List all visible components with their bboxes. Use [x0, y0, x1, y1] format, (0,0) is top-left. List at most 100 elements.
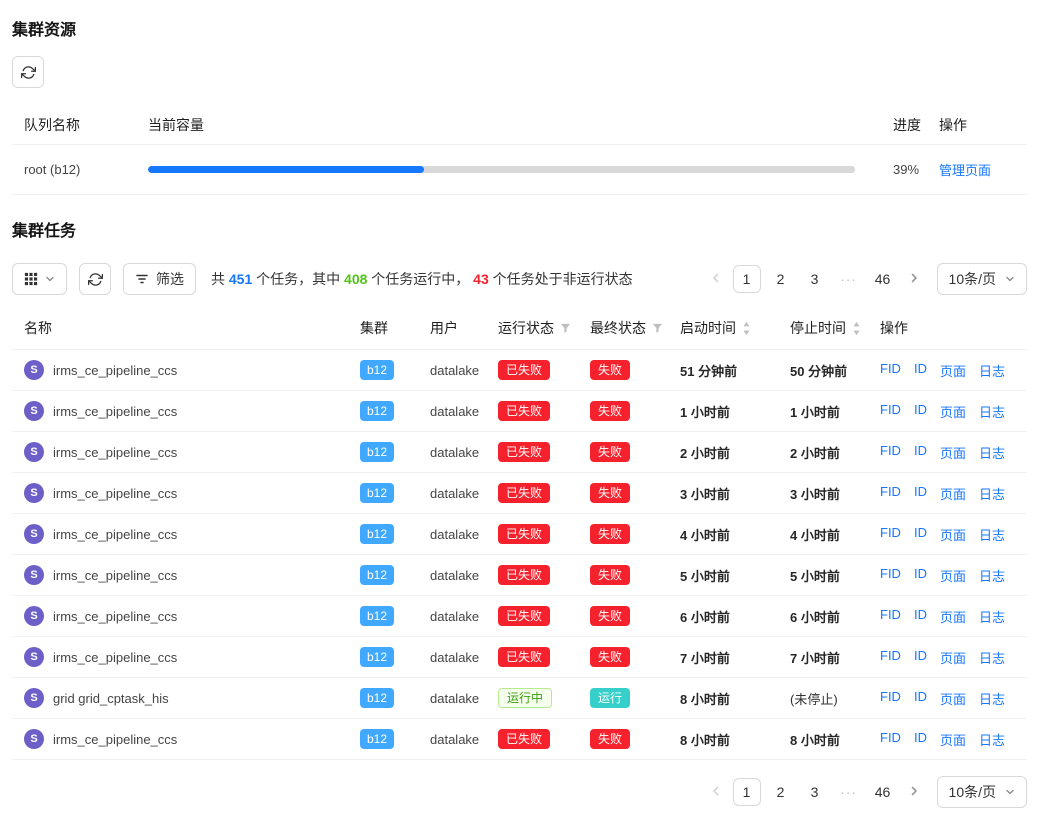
row-action-id[interactable]: ID — [914, 607, 927, 626]
row-action-fid[interactable]: FID — [880, 402, 901, 421]
chevron-left-icon — [710, 784, 722, 800]
chevron-left-icon — [710, 271, 722, 287]
final-status-badge: 失败 — [590, 360, 630, 380]
row-action-fid[interactable]: FID — [880, 566, 901, 585]
pagination-pages: 123···46 — [733, 265, 897, 293]
row-action-日志[interactable]: 日志 — [979, 648, 1005, 667]
row-action-页面[interactable]: 页面 — [940, 566, 966, 585]
row-actions: FID ID 页面日志 — [868, 566, 1027, 585]
row-action-fid[interactable]: FID — [880, 648, 901, 667]
row-action-页面[interactable]: 页面 — [940, 402, 966, 421]
row-action-fid[interactable]: FID — [880, 484, 901, 503]
stop-time: 50 分钟前 — [778, 361, 868, 380]
col-run-status: 运行状态 — [486, 307, 578, 349]
manage-page-link[interactable]: 管理页面 — [939, 163, 991, 178]
task-name: irms_ce_pipeline_ccs — [53, 568, 177, 583]
final-status-badge: 失败 — [590, 565, 630, 585]
pagination-page-46[interactable]: 46 — [869, 265, 897, 293]
page-size-select[interactable]: 10条/页 — [937, 776, 1027, 808]
stop-time: 3 小时前 — [778, 484, 868, 503]
row-action-日志[interactable]: 日志 — [979, 689, 1005, 708]
filter-button[interactable]: 筛选 — [123, 263, 196, 295]
row-action-id[interactable]: ID — [914, 730, 927, 749]
row-action-日志[interactable]: 日志 — [979, 361, 1005, 380]
final-status-badge: 失败 — [590, 606, 630, 626]
row-action-fid[interactable]: FID — [880, 361, 901, 380]
task-name: irms_ce_pipeline_ccs — [53, 404, 177, 419]
row-action-日志[interactable]: 日志 — [979, 607, 1005, 626]
row-action-页面[interactable]: 页面 — [940, 484, 966, 503]
tasks-refresh-button[interactable] — [79, 263, 111, 295]
stop-time: 5 小时前 — [778, 566, 868, 585]
cluster-tasks-section: 集群任务 筛选 共 451 个任务，其 — [12, 217, 1027, 816]
pagination-page-1[interactable]: 1 — [733, 778, 761, 806]
row-action-页面[interactable]: 页面 — [940, 730, 966, 749]
row-action-id[interactable]: ID — [914, 689, 927, 708]
row-action-页面[interactable]: 页面 — [940, 525, 966, 544]
task-row: S irms_ce_pipeline_ccs b12 datalake 已失败 … — [12, 432, 1027, 473]
run-status-badge: 已失败 — [498, 524, 550, 544]
row-action-fid[interactable]: FID — [880, 730, 901, 749]
row-action-fid[interactable]: FID — [880, 443, 901, 462]
filter-funnel-icon[interactable] — [652, 323, 663, 334]
start-time: 8 小时前 — [668, 730, 778, 749]
sorter-icon[interactable] — [742, 321, 751, 336]
row-action-id[interactable]: ID — [914, 443, 927, 462]
pagination-prev[interactable] — [705, 265, 727, 293]
start-time: 6 小时前 — [668, 607, 778, 626]
row-action-日志[interactable]: 日志 — [979, 566, 1005, 585]
row-action-fid[interactable]: FID — [880, 689, 901, 708]
final-status-badge: 运行 — [590, 688, 630, 708]
summary-text: 个任务运行中， — [367, 271, 473, 287]
final-status-badge: 失败 — [590, 729, 630, 749]
task-table-body: S irms_ce_pipeline_ccs b12 datalake 已失败 … — [12, 350, 1027, 760]
page-size-select[interactable]: 10条/页 — [937, 263, 1027, 295]
run-status-badge: 运行中 — [498, 688, 552, 708]
pagination-pages: 123···46 — [733, 778, 897, 806]
sorter-icon[interactable] — [852, 321, 861, 336]
cluster-tag: b12 — [360, 360, 394, 380]
row-action-页面[interactable]: 页面 — [940, 648, 966, 667]
row-action-fid[interactable]: FID — [880, 525, 901, 544]
resources-table: 队列名称 当前容量 进度 操作 root (b12) 39% 管理页面 — [12, 106, 1027, 195]
task-name: irms_ce_pipeline_ccs — [53, 732, 177, 747]
col-final-status: 最终状态 — [578, 307, 668, 349]
row-actions: FID ID 页面日志 — [868, 525, 1027, 544]
row-actions: FID ID 页面日志 — [868, 443, 1027, 462]
row-action-日志[interactable]: 日志 — [979, 730, 1005, 749]
col-current-capacity: 当前容量 — [136, 106, 881, 144]
row-action-id[interactable]: ID — [914, 402, 927, 421]
pagination-page-2[interactable]: 2 — [767, 265, 795, 293]
resources-refresh-button[interactable] — [12, 56, 44, 88]
row-action-id[interactable]: ID — [914, 525, 927, 544]
layout-switch-button[interactable] — [12, 263, 67, 295]
row-action-fid[interactable]: FID — [880, 607, 901, 626]
row-action-日志[interactable]: 日志 — [979, 402, 1005, 421]
pagination-prev[interactable] — [705, 778, 727, 806]
task-table-header: 名称 集群 用户 运行状态 最终状态 启动时间 停止时间 — [12, 307, 1027, 350]
row-action-日志[interactable]: 日志 — [979, 525, 1005, 544]
pagination-page-2[interactable]: 2 — [767, 778, 795, 806]
cluster-tag: b12 — [360, 729, 394, 749]
pagination-next[interactable] — [903, 265, 925, 293]
resources-table-header: 队列名称 当前容量 进度 操作 — [12, 106, 1027, 145]
pagination-page-3[interactable]: 3 — [801, 265, 829, 293]
pagination-page-1[interactable]: 1 — [733, 265, 761, 293]
pagination-page-3[interactable]: 3 — [801, 778, 829, 806]
row-action-页面[interactable]: 页面 — [940, 689, 966, 708]
row-action-id[interactable]: ID — [914, 648, 927, 667]
row-action-页面[interactable]: 页面 — [940, 607, 966, 626]
pagination-page-46[interactable]: 46 — [869, 778, 897, 806]
cluster-tasks-title: 集群任务 — [12, 217, 1027, 241]
row-action-id[interactable]: ID — [914, 566, 927, 585]
row-action-日志[interactable]: 日志 — [979, 484, 1005, 503]
row-action-id[interactable]: ID — [914, 484, 927, 503]
row-action-页面[interactable]: 页面 — [940, 443, 966, 462]
filter-funnel-icon[interactable] — [560, 323, 571, 334]
stop-time: 4 小时前 — [778, 525, 868, 544]
row-action-id[interactable]: ID — [914, 361, 927, 380]
pagination-next[interactable] — [903, 778, 925, 806]
row-action-日志[interactable]: 日志 — [979, 443, 1005, 462]
task-user: datalake — [418, 568, 486, 583]
row-action-页面[interactable]: 页面 — [940, 361, 966, 380]
